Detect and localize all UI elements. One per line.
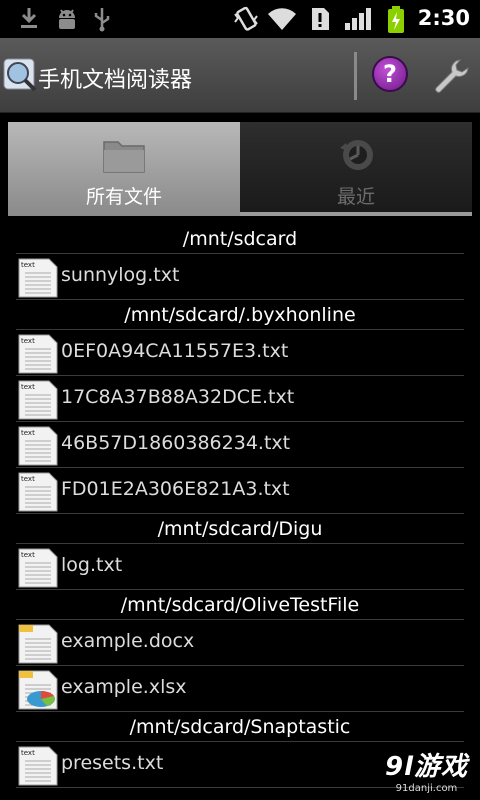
svg-text:text: text <box>21 261 35 269</box>
file-row[interactable]: text 46B57D1860386234.txt <box>16 422 464 468</box>
directory-header: /mnt/sdcard <box>16 224 464 254</box>
text-file-icon: text <box>17 425 59 467</box>
battery-charging-icon <box>388 6 404 33</box>
svg-text:text: text <box>21 551 35 559</box>
signal-icon <box>345 8 371 30</box>
file-row[interactable]: example.docx <box>16 620 464 666</box>
watermark-url: 91danji.com <box>395 783 458 794</box>
tab-recent[interactable]: 最近 <box>240 122 472 216</box>
directory-header: /mnt/sdcard/Digu <box>16 514 464 544</box>
file-name: 17C8A37B88A32DCE.txt <box>61 386 295 408</box>
file-name: example.docx <box>61 630 195 652</box>
spreadsheet-file-icon <box>17 669 59 711</box>
file-name: sunnylog.txt <box>61 264 180 286</box>
watermark-logo: 9l游戏 <box>384 752 468 782</box>
svg-text:text: text <box>21 337 35 345</box>
file-row[interactable]: text FD01E2A306E821A3.txt <box>16 468 464 514</box>
file-row[interactable]: text 17C8A37B88A32DCE.txt <box>16 376 464 422</box>
settings-wrench-icon[interactable] <box>430 56 470 96</box>
file-name: 46B57D1860386234.txt <box>61 432 291 454</box>
help-button[interactable]: ? <box>372 56 408 92</box>
file-name: FD01E2A306E821A3.txt <box>61 478 290 500</box>
file-name: log.txt <box>61 554 123 576</box>
text-file-icon: text <box>17 333 59 375</box>
text-file-icon: text <box>17 745 59 787</box>
app-icon <box>3 58 37 92</box>
text-file-icon: text <box>17 257 59 299</box>
svg-text:text: text <box>21 749 35 757</box>
file-name: 0EF0A94CA11557E3.txt <box>61 340 289 362</box>
document-file-icon <box>17 623 59 665</box>
text-file-icon: text <box>17 379 59 421</box>
file-name: presets.txt <box>61 752 164 774</box>
file-list: /mnt/sdcard text sunnylog.txt/mnt/sdcard/.… <box>0 224 480 788</box>
android-debug-icon <box>59 9 75 29</box>
svg-text:text: text <box>21 475 35 483</box>
directory-header: /mnt/sdcard/OliveTestFile <box>16 590 464 620</box>
title-divider <box>354 52 357 100</box>
help-icon: ? <box>383 60 397 88</box>
tab-all-files[interactable]: 所有文件 <box>8 122 240 216</box>
watermark: 9l游戏 91danji.com <box>385 746 468 794</box>
text-file-icon: text <box>17 547 59 589</box>
tab-recent-label: 最近 <box>336 186 375 208</box>
vibrate-icon <box>234 6 258 31</box>
download-icon <box>21 8 37 28</box>
file-row[interactable]: text 0EF0A94CA11557E3.txt <box>16 330 464 376</box>
folder-icon <box>103 141 145 173</box>
svg-text:text: text <box>21 383 35 391</box>
file-row[interactable]: example.xlsx <box>16 666 464 712</box>
app-title: 手机文档阅读器 <box>38 68 193 93</box>
title-bar: 手机文档阅读器 ? <box>0 38 480 113</box>
text-file-icon: text <box>17 471 59 513</box>
alert-icon <box>312 8 329 30</box>
status-time: 2:30 <box>417 6 470 30</box>
directory-header: /mnt/sdcard/Snaptastic <box>16 712 464 742</box>
directory-header: /mnt/sdcard/.byxhonline <box>16 300 464 330</box>
file-row[interactable]: text sunnylog.txt <box>16 254 464 300</box>
svg-text:text: text <box>21 429 35 437</box>
tab-all-files-label: 所有文件 <box>85 186 162 208</box>
wifi-icon <box>268 8 296 30</box>
file-name: example.xlsx <box>61 676 187 698</box>
status-bar: 2:30 <box>0 0 480 38</box>
tab-bar: 所有文件 最近 <box>8 122 472 216</box>
recent-icon <box>340 140 373 170</box>
file-row[interactable]: text log.txt <box>16 544 464 590</box>
usb-icon <box>94 8 110 32</box>
